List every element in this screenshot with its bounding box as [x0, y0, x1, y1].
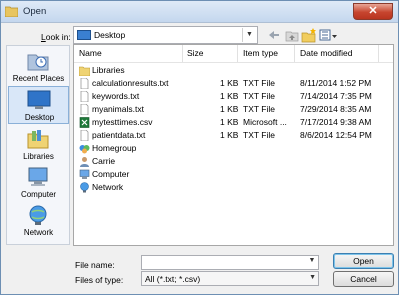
places-item-desktop[interactable]: Desktop — [8, 86, 69, 124]
chevron-down-icon: ▼ — [242, 28, 256, 42]
column-header-date[interactable]: Date modified — [300, 48, 352, 58]
libraries-folder-icon — [79, 66, 90, 76]
chevron-down-icon[interactable]: ▼ — [307, 257, 317, 268]
user-folder-icon — [80, 157, 89, 167]
list-item[interactable]: Network — [74, 181, 393, 194]
file-type-select[interactable]: All (*.txt; *.csv) ▼ — [141, 271, 319, 286]
column-divider[interactable] — [294, 45, 295, 62]
list-item[interactable]: myanimals.txt 1 KB TXT File 7/29/2014 8:… — [74, 103, 393, 116]
text-file-icon — [80, 91, 89, 102]
places-item-recent[interactable]: Recent Places — [8, 48, 69, 86]
folder-icon — [5, 6, 18, 17]
file-type-label: Files of type: — [75, 275, 124, 285]
column-header-name[interactable]: Name — [79, 48, 102, 58]
libraries-icon — [27, 130, 49, 149]
column-divider[interactable] — [378, 45, 379, 62]
places-item-libraries[interactable]: Libraries — [8, 126, 69, 164]
title-bar: Open ✕ — [1, 1, 398, 23]
list-item[interactable]: Carrie — [74, 155, 393, 168]
look-in-dropdown[interactable]: Desktop ▼ — [73, 26, 258, 44]
close-icon: ✕ — [368, 5, 378, 17]
list-item[interactable]: Computer — [74, 168, 393, 181]
text-file-icon — [80, 104, 89, 115]
new-folder-icon[interactable] — [301, 27, 317, 43]
list-item[interactable]: Libraries — [74, 64, 393, 77]
places-bar: Recent Places Desktop Libraries Computer… — [6, 45, 70, 245]
window-title: Open — [23, 6, 47, 17]
close-button[interactable]: ✕ — [353, 3, 393, 20]
homegroup-icon — [79, 145, 90, 154]
recent-places-icon — [27, 54, 49, 71]
text-file-icon — [80, 130, 89, 141]
column-header-size[interactable]: Size — [187, 48, 204, 58]
computer-icon — [28, 167, 48, 186]
chevron-down-icon: ▼ — [309, 274, 316, 281]
column-divider[interactable] — [237, 45, 238, 62]
up-folder-icon[interactable] — [285, 27, 299, 43]
column-divider[interactable] — [182, 45, 183, 62]
places-item-computer[interactable]: Computer — [8, 164, 69, 202]
computer-icon — [79, 169, 90, 179]
back-arrow-icon[interactable] — [267, 27, 281, 43]
places-item-network[interactable]: Network — [8, 202, 69, 240]
file-name-label: File name: — [75, 260, 115, 270]
desktop-icon — [27, 90, 51, 109]
file-name-input[interactable] — [141, 255, 319, 270]
list-item[interactable]: Homegroup — [74, 142, 393, 155]
open-button[interactable]: Open — [333, 253, 394, 269]
list-item[interactable]: mytesttimes.csv 1 KB Microsoft ... 7/17/… — [74, 116, 393, 129]
column-header-type[interactable]: Item type — [243, 48, 278, 58]
excel-file-icon — [79, 117, 90, 128]
list-item[interactable]: patientdata.txt 1 KB TXT File 8/6/2014 1… — [74, 129, 393, 142]
file-list[interactable]: Name Size Item type Date modified Librar… — [73, 44, 394, 246]
look-in-label: Look in: — [41, 32, 71, 42]
network-icon — [80, 182, 89, 193]
open-dialog: Open ✕ Look in: Desktop ▼ Recent Places … — [0, 0, 399, 295]
look-in-value: Desktop — [94, 30, 126, 40]
text-file-icon — [80, 78, 89, 89]
file-type-value: All (*.txt; *.csv) — [145, 274, 201, 284]
network-icon — [29, 205, 47, 225]
file-list-header: Name Size Item type Date modified — [74, 45, 393, 63]
desktop-icon — [77, 30, 91, 40]
cancel-button[interactable]: Cancel — [333, 271, 394, 287]
list-item[interactable]: keywords.txt 1 KB TXT File 7/14/2014 7:3… — [74, 90, 393, 103]
list-item[interactable]: calculationresults.txt 1 KB TXT File 8/1… — [74, 77, 393, 90]
view-menu-icon[interactable] — [319, 27, 337, 43]
